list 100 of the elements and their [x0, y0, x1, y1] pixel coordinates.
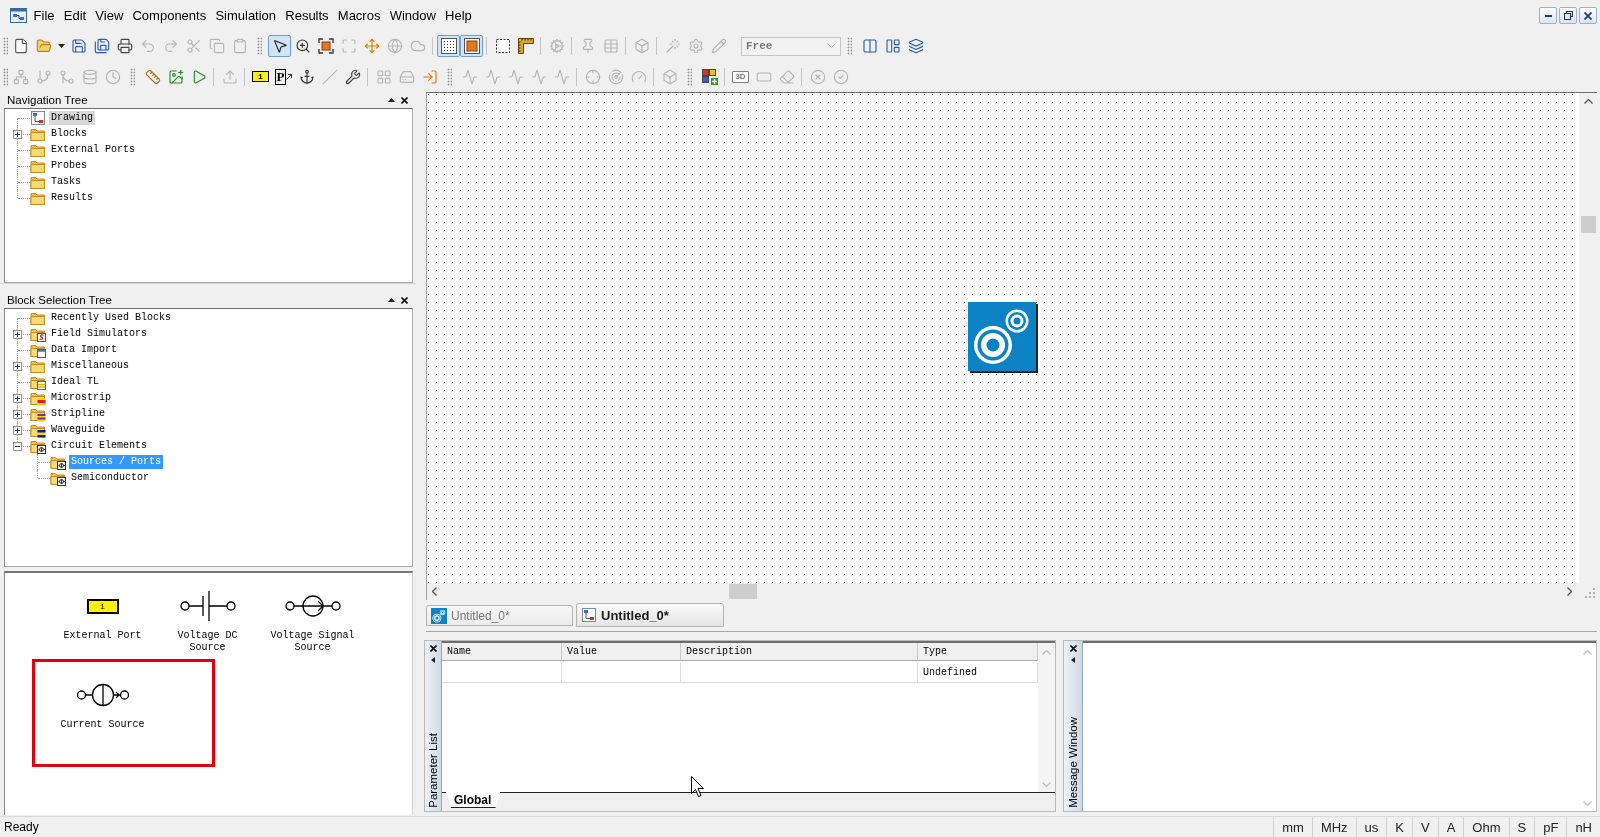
expand-plus-icon[interactable] — [13, 330, 22, 339]
wrench-icon — [344, 68, 361, 85]
tree-item[interactable]: Microstrip — [49, 391, 113, 405]
minimize-button[interactable] — [1539, 7, 1557, 24]
tree-item[interactable]: Tasks — [49, 175, 83, 189]
split-columns-icon — [861, 38, 878, 55]
triangle-left-icon[interactable] — [1071, 657, 1075, 663]
palette-item[interactable]: 1 External Port — [50, 590, 155, 679]
tree-item[interactable]: Data Import — [49, 343, 119, 357]
document-tab[interactable]: Untitled_0* — [426, 605, 573, 626]
close-icon[interactable] — [429, 645, 437, 652]
move-icon — [363, 38, 380, 55]
tree-item[interactable]: Drawing — [49, 111, 95, 125]
palette-item[interactable]: Current Source — [50, 679, 155, 768]
column-header[interactable]: Type — [918, 643, 1038, 661]
scissors-icon — [185, 38, 202, 55]
menu-item[interactable]: Help — [440, 6, 477, 25]
close-icon[interactable] — [401, 296, 408, 304]
triangle-up-icon[interactable] — [388, 98, 395, 102]
menu-item[interactable]: Simulation — [210, 6, 281, 25]
tree-item[interactable]: Probes — [49, 159, 89, 173]
restore-button[interactable] — [1559, 7, 1577, 24]
chevron-down-icon — [827, 43, 836, 50]
chevron-down-icon[interactable] — [1583, 801, 1592, 806]
tree-item[interactable]: Stripline — [49, 407, 107, 421]
table-icon — [602, 38, 619, 55]
unit-label: MHz — [1311, 817, 1356, 837]
chevron-up-icon[interactable] — [1583, 99, 1593, 104]
vertical-scrollbar[interactable] — [1038, 643, 1055, 792]
close-icon[interactable] — [1069, 645, 1077, 652]
close-icon[interactable] — [401, 96, 408, 104]
current-source-symbol-icon — [76, 683, 129, 707]
save-all-icon — [93, 38, 110, 55]
folder-icon — [30, 174, 46, 190]
palette-item[interactable]: Voltage DC Source — [155, 590, 260, 679]
schematic-canvas[interactable] — [427, 93, 1579, 583]
column-header[interactable]: Value — [562, 643, 681, 661]
scrollbar-thumb[interactable] — [729, 584, 757, 599]
expand-plus-icon[interactable] — [13, 426, 22, 435]
tree-item[interactable]: Recently Used Blocks — [49, 311, 174, 325]
globe-icon — [386, 38, 403, 55]
close-button[interactable] — [1579, 7, 1597, 24]
chevron-right-icon[interactable] — [1567, 587, 1572, 596]
scrollbar-thumb[interactable] — [1580, 216, 1596, 233]
palette-item[interactable]: Voltage Signal Source — [260, 590, 365, 679]
expand-plus-icon[interactable] — [13, 362, 22, 371]
clock-icon — [104, 68, 121, 85]
menu-item[interactable]: Window — [385, 6, 441, 25]
concentric-circles-icon — [431, 607, 447, 624]
database-icon — [81, 68, 98, 85]
redo-icon — [162, 38, 179, 55]
unit-label: mm — [1273, 817, 1312, 837]
tree-item[interactable]: Circuit Elements — [49, 439, 149, 453]
expand-plus-icon[interactable] — [13, 394, 22, 403]
toolbar-button[interactable]: P — [272, 65, 295, 88]
expand-plus-icon[interactable] — [13, 410, 22, 419]
branch-icon — [35, 68, 52, 85]
menu-item[interactable]: Components — [127, 6, 211, 25]
tree-item[interactable]: Results — [49, 191, 95, 205]
chevron-left-icon[interactable] — [432, 587, 437, 596]
tree-item[interactable]: Blocks — [49, 127, 89, 141]
tree-item[interactable]: Waveguide — [49, 423, 107, 437]
tree-item[interactable]: Ideal TL — [49, 375, 101, 389]
panel-layout-icon — [884, 38, 901, 55]
expand-plus-icon[interactable] — [13, 130, 22, 139]
filled-square-icon — [463, 38, 480, 55]
triangle-left-icon[interactable] — [431, 657, 435, 663]
toolbar-button[interactable] — [268, 35, 291, 58]
folder-curve-badge-icon — [30, 326, 46, 342]
folder-stacked-bars-icon — [30, 422, 46, 438]
menu-item[interactable]: File — [29, 6, 60, 25]
toolbar-button[interactable] — [437, 35, 460, 58]
eraser-icon — [778, 68, 795, 85]
triangle-up-icon[interactable] — [388, 298, 395, 302]
resize-grip-icon[interactable] — [1585, 588, 1595, 598]
chevron-down-icon[interactable] — [1042, 782, 1051, 787]
tree-item[interactable]: Field Simulators — [49, 327, 149, 341]
settings-icon — [687, 38, 704, 55]
column-header[interactable]: Name — [442, 643, 562, 661]
unit-label: Ohm — [1463, 817, 1509, 837]
document-tab[interactable]: Untitled_0* — [576, 603, 724, 627]
maximize-icon — [340, 38, 357, 55]
menu-item[interactable]: Results — [280, 6, 334, 25]
menu-item[interactable]: Edit — [59, 6, 91, 25]
cube-icon — [633, 38, 650, 55]
menu-item[interactable]: View — [90, 6, 128, 25]
dropdown-arrow-icon[interactable] — [57, 44, 65, 49]
collapse-minus-icon[interactable] — [13, 442, 22, 451]
toolbar-button[interactable] — [460, 35, 483, 58]
tree-item[interactable]: Miscellaneous — [49, 359, 131, 373]
column-header[interactable]: Description — [681, 643, 918, 661]
toolbar-button[interactable]: 1 — [249, 65, 272, 88]
cube-icon — [661, 68, 678, 85]
folder-lines-icon — [30, 374, 46, 390]
tree-item[interactable]: Semiconductor — [69, 471, 151, 485]
unit-label: V — [1412, 817, 1438, 837]
sheet-tab[interactable]: Global — [446, 792, 501, 808]
tree-item[interactable]: External Ports — [49, 143, 137, 157]
app-icon[interactable] — [10, 8, 27, 23]
menu-item[interactable]: Macros — [333, 6, 386, 25]
